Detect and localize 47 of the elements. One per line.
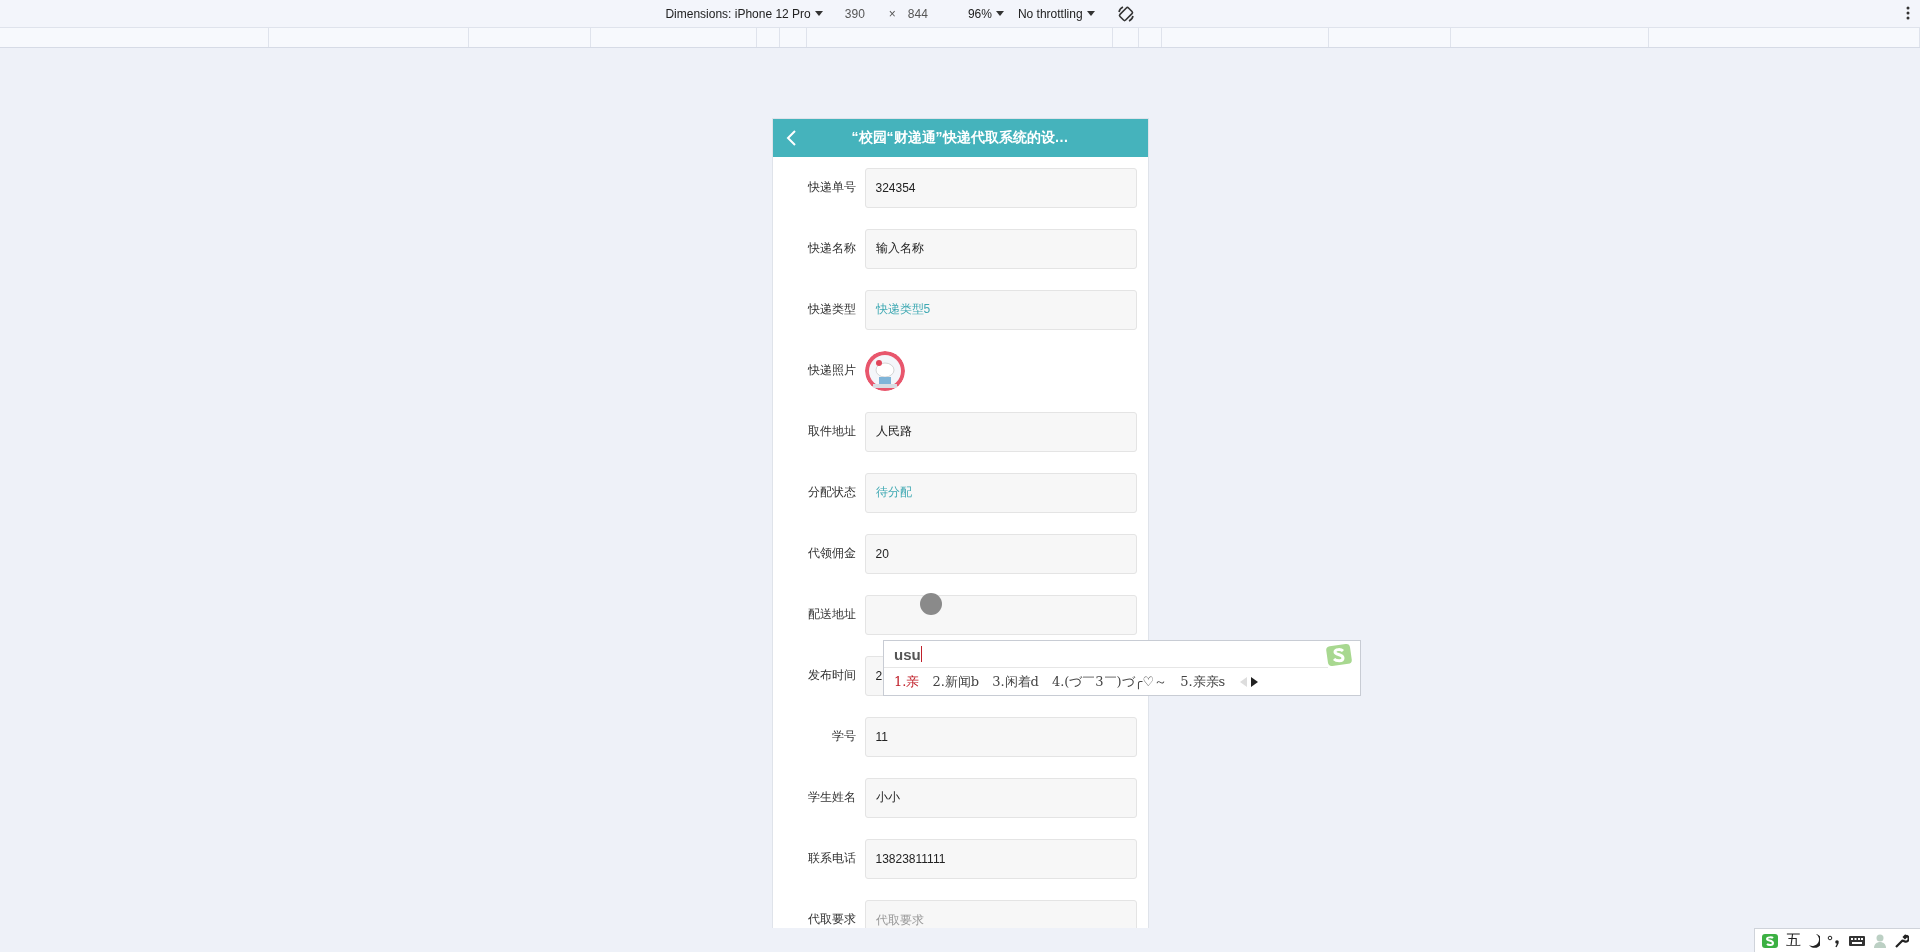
zoom-dropdown[interactable]: 96% (967, 6, 992, 21)
field-label: 取件地址 (806, 423, 856, 440)
times-sign: × (888, 6, 896, 21)
input-field[interactable]: 13823811111 (864, 838, 1137, 879)
ime-candidate[interactable]: 4.(づ￣3￣)づ╭♡～ (1051, 673, 1168, 691)
field-label: 快递照片 (806, 362, 856, 379)
input-field[interactable] (864, 594, 1137, 635)
text-caret-icon (920, 646, 922, 662)
field-label: 快递类型 (806, 301, 856, 318)
input-field[interactable]: 人民路 (864, 411, 1137, 452)
ime-candidate[interactable]: 1.亲 (894, 673, 920, 691)
throttling-dropdown[interactable]: No throttling (1017, 6, 1083, 21)
input-field[interactable]: 代取要求 (864, 899, 1137, 928)
input-field[interactable]: 20 (864, 533, 1137, 574)
rotate-icon[interactable] (1116, 4, 1135, 23)
field-label: 学号 (830, 728, 856, 745)
caret-icon (814, 11, 823, 16)
page-title: “校园“财递通”快递代取系统的设… (850, 129, 1070, 147)
field-label: 代领佣金 (806, 545, 856, 562)
more-icon[interactable] (1906, 5, 1910, 21)
field-label: 分配状态 (806, 484, 856, 501)
device-dropdown[interactable]: Dimensions: iPhone 12 Pro (665, 6, 811, 21)
field-label: 学生姓名 (806, 789, 856, 806)
width-field[interactable]: 390 (844, 6, 865, 21)
field-label: 发布时间 (806, 667, 856, 684)
caret-icon (1086, 11, 1095, 16)
s-logo-icon[interactable] (1761, 932, 1779, 949)
ime-candidate[interactable]: 3.闲着d (992, 673, 1039, 691)
input-field[interactable]: 324354 (864, 167, 1137, 208)
moon-icon[interactable] (1808, 932, 1820, 949)
height-field[interactable]: 844 (907, 6, 928, 21)
field-label: 快递单号 (806, 179, 856, 196)
s-logo-icon (1326, 643, 1352, 667)
ime-candidate[interactable]: 2.新闻b (932, 673, 980, 691)
caret-icon (995, 11, 1004, 16)
ime-candidate[interactable]: 5.亲亲s (1180, 673, 1226, 691)
next-page-icon[interactable] (1251, 677, 1259, 687)
field-label: 联系电话 (806, 850, 856, 867)
input-mode-toggle[interactable]: 五 (1786, 931, 1801, 950)
composition-text: usu (894, 645, 921, 663)
field-label: 代取要求 (806, 911, 856, 928)
field-label: 快递名称 (806, 240, 856, 257)
wrench-icon[interactable] (1894, 932, 1909, 949)
input-field[interactable]: 小小 (864, 777, 1137, 818)
input-field[interactable]: 输入名称 (864, 228, 1137, 269)
input-field[interactable]: 11 (864, 716, 1137, 757)
field-label: 配送地址 (806, 606, 856, 623)
